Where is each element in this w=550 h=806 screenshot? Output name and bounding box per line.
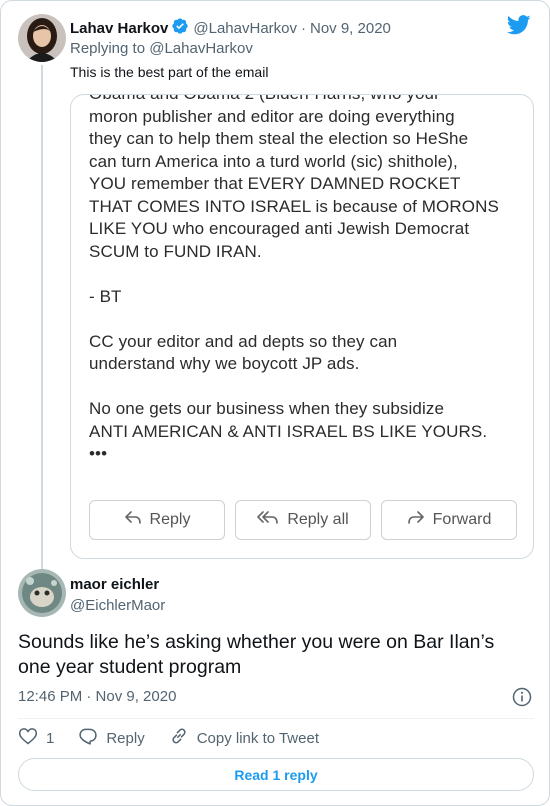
- copy-link-label: Copy link to Tweet: [196, 729, 319, 747]
- replying-to-label: Replying to: [70, 40, 146, 57]
- tweet-actions-bar: 1 Reply Copy link to Tweet: [18, 727, 343, 749]
- reply-bubble-icon: [78, 726, 98, 750]
- email-body-text: Obama and Obama 2 (Biden-Harris, who you…: [89, 95, 499, 463]
- read-replies-button[interactable]: Read 1 reply: [18, 758, 534, 791]
- author-name[interactable]: Lahav Harkov: [70, 20, 168, 37]
- copy-link-button[interactable]: Copy link to Tweet: [169, 726, 319, 750]
- email-reply-all-button: Reply all: [235, 500, 371, 540]
- reply-all-arrow-icon: [257, 510, 279, 530]
- email-reply-label: Reply: [149, 511, 191, 528]
- info-icon[interactable]: [512, 687, 532, 712]
- thread-connector-line: [41, 65, 43, 570]
- reply-button[interactable]: Reply: [78, 726, 145, 750]
- replying-to-handle[interactable]: @LahavHarkov: [149, 40, 253, 57]
- reply-arrow-icon: [124, 510, 142, 530]
- reply-tweet-text: Sounds like he’s asking whether you were…: [18, 631, 495, 678]
- reply-author-handle[interactable]: @EichlerMaor: [70, 597, 165, 614]
- email-screenshot-image[interactable]: Obama and Obama 2 (Biden-Harris, who you…: [70, 94, 534, 559]
- tweet-date[interactable]: Nov 9, 2020: [310, 20, 391, 37]
- author-handle[interactable]: @LahavHarkov: [193, 20, 297, 37]
- header-separator: ·: [301, 19, 306, 37]
- heart-icon: [18, 726, 38, 750]
- tweet-embed-card: Lahav Harkov @LahavHarkov · Nov 9, 2020 …: [0, 0, 550, 806]
- author-avatar[interactable]: [18, 14, 66, 62]
- reply-author-avatar[interactable]: [18, 569, 66, 617]
- email-forward-button: Forward: [381, 500, 517, 540]
- parent-tweet-header: Lahav Harkov @LahavHarkov · Nov 9, 2020: [70, 17, 391, 39]
- twitter-bird-icon[interactable]: [506, 15, 531, 40]
- email-forward-label: Forward: [432, 511, 492, 528]
- reply-label: Reply: [106, 729, 145, 747]
- reply-author-name[interactable]: maor eichler: [70, 576, 159, 593]
- email-reply-all-label: Reply all: [287, 511, 349, 528]
- actions-divider: [18, 718, 534, 719]
- like-count: 1: [46, 729, 55, 747]
- replying-to: Replying to @LahavHarkov: [70, 40, 253, 57]
- link-icon: [169, 726, 189, 750]
- parent-tweet-text: This is the best part of the email: [70, 64, 269, 80]
- email-reply-button: Reply: [89, 500, 225, 540]
- forward-arrow-icon: [407, 510, 425, 530]
- verified-badge-icon: [171, 17, 189, 39]
- like-button[interactable]: 1: [18, 726, 54, 750]
- reply-timestamp[interactable]: 12:46 PM · Nov 9, 2020: [18, 688, 176, 705]
